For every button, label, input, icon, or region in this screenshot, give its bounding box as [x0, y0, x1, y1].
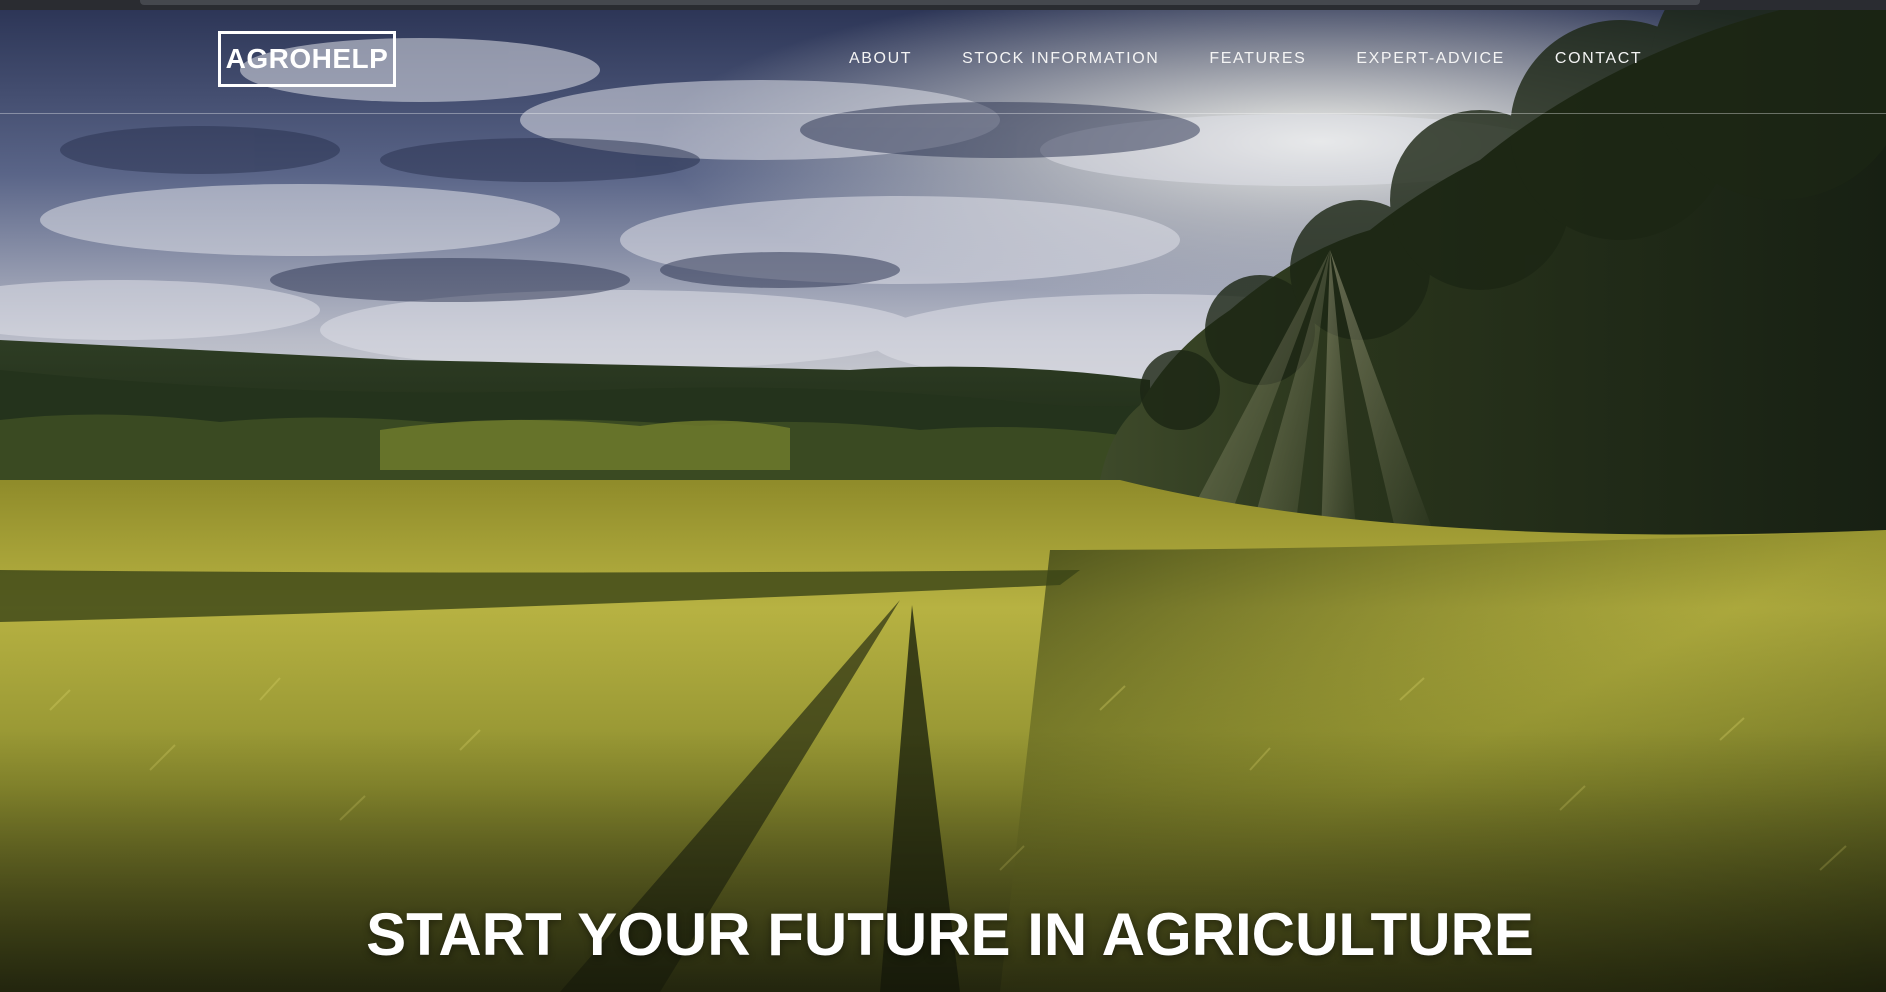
nav-item-contact[interactable]: CONTACT	[1555, 50, 1642, 68]
nav-item-about[interactable]: ABOUT	[849, 50, 912, 68]
hero-headline: START YOUR FUTURE IN AGRICULTURE	[366, 901, 1534, 968]
hero-background-image	[0, 10, 1886, 992]
browser-top-bar	[0, 0, 1886, 10]
main-nav: ABOUT STOCK INFORMATION FEATURES EXPERT-…	[849, 50, 1642, 68]
nav-item-stock-information[interactable]: STOCK INFORMATION	[962, 50, 1159, 68]
nav-item-features[interactable]: FEATURES	[1209, 50, 1306, 68]
nav-item-expert-advice[interactable]: EXPERT-ADVICE	[1356, 50, 1505, 68]
page: AGROHELP ABOUT STOCK INFORMATION FEATURE…	[0, 0, 1886, 992]
brand-logo[interactable]: AGROHELP	[218, 31, 396, 87]
browser-scroll-indicator	[140, 0, 1700, 5]
top-navbar: AGROHELP ABOUT STOCK INFORMATION FEATURE…	[0, 10, 1886, 114]
